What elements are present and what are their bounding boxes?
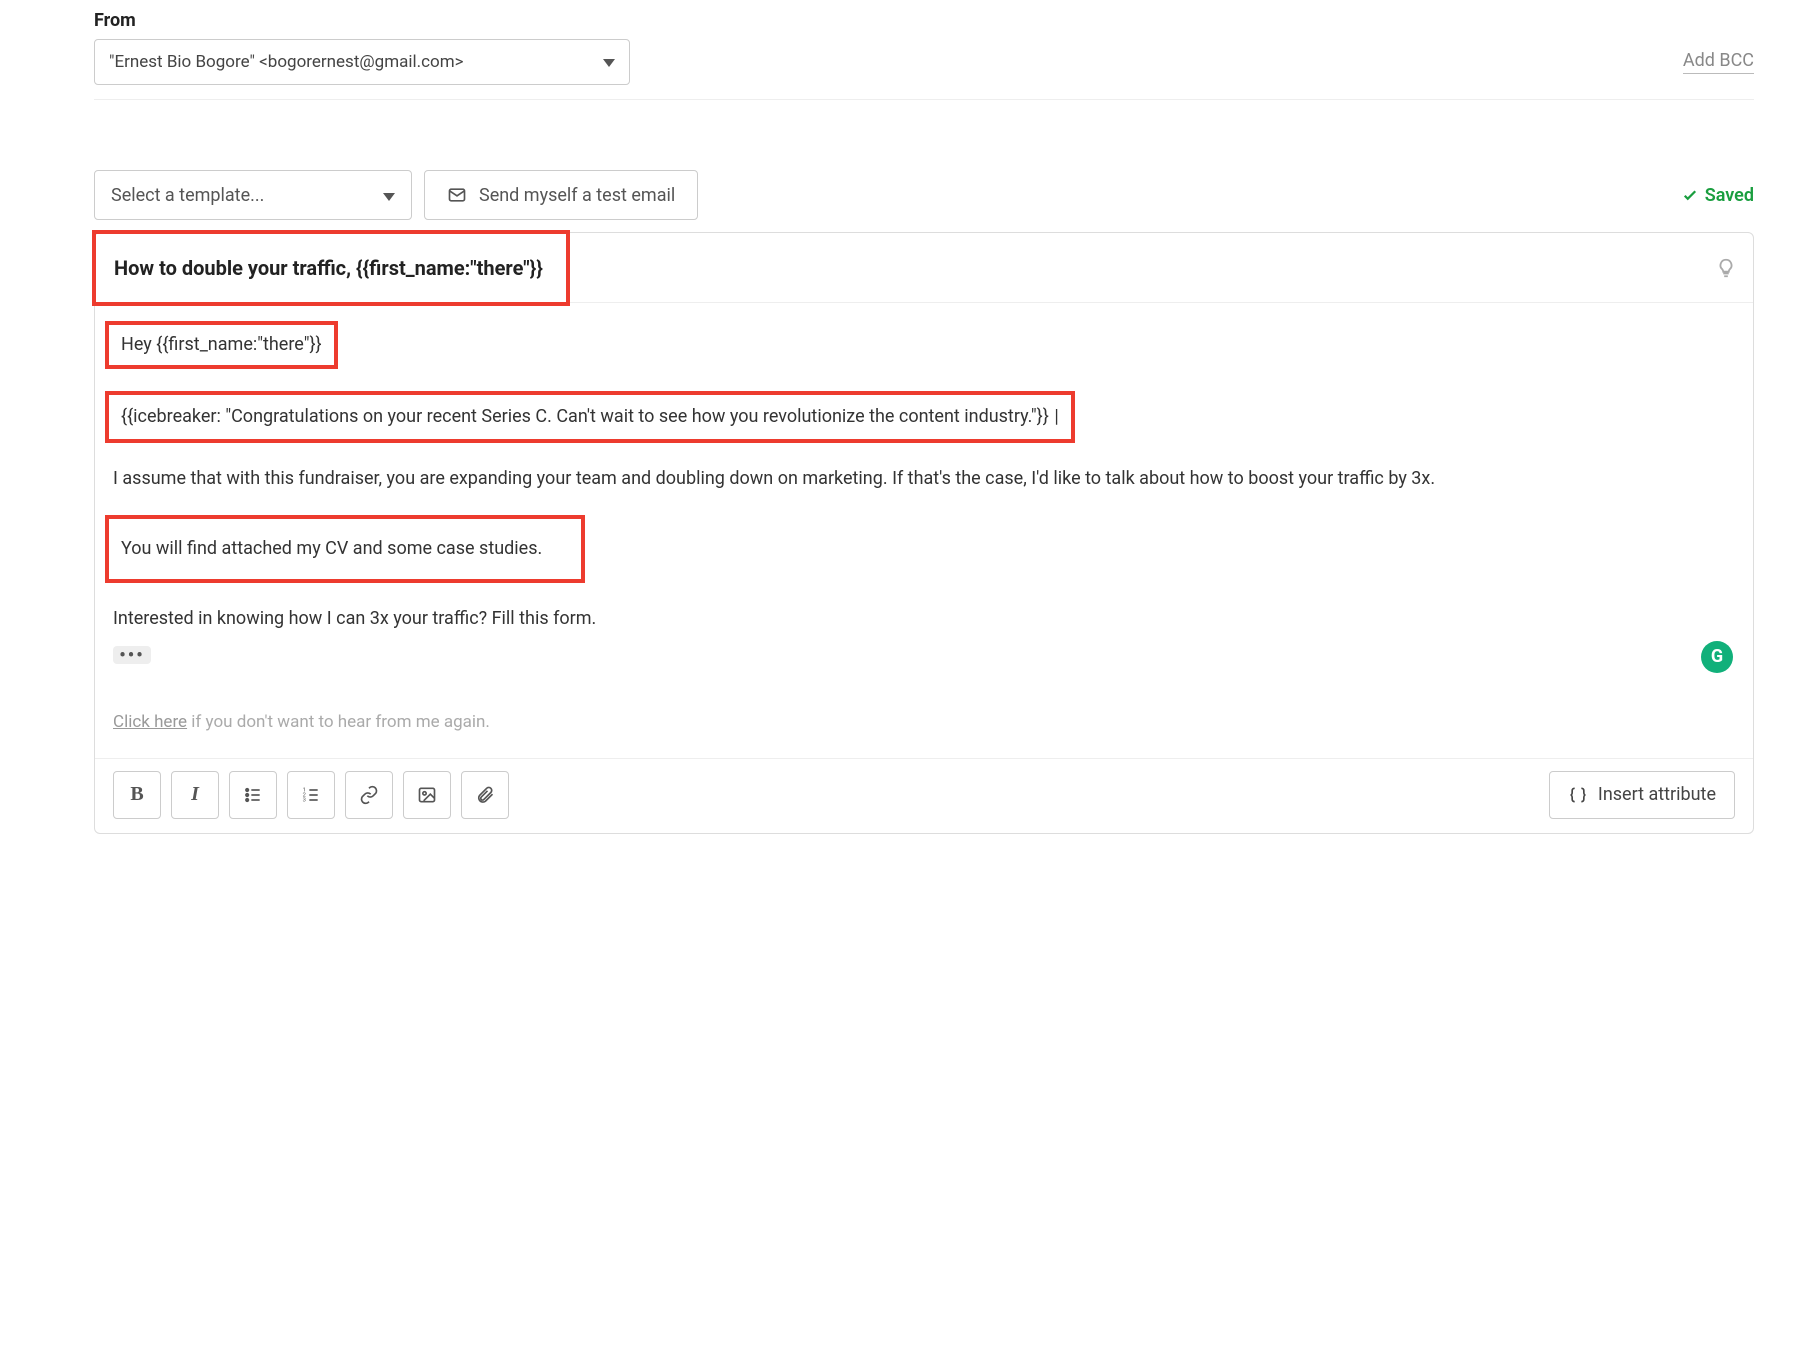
from-selected-value: "Ernest Bio Bogore" <bogorernest@gmail.c… <box>109 52 464 72</box>
chevron-down-icon <box>603 52 615 72</box>
icebreaker-text: {{icebreaker: "Congratulations on your r… <box>121 406 1049 427</box>
attachment-button[interactable] <box>461 771 509 819</box>
check-icon <box>1681 186 1699 204</box>
email-editor: How to double your traffic, {{first_name… <box>94 232 1754 834</box>
link-button[interactable] <box>345 771 393 819</box>
greeting-text: Hey {{first_name:"there"}} <box>121 331 322 359</box>
lightbulb-icon[interactable] <box>1715 257 1737 279</box>
send-test-email-button[interactable]: Send myself a test email <box>424 170 698 220</box>
link-icon <box>359 785 379 805</box>
grammarly-icon[interactable]: G <box>1701 641 1733 673</box>
attachment-line-highlight: You will find attached my CV and some ca… <box>105 515 585 583</box>
numbered-list-icon: 123 <box>301 785 321 805</box>
braces-icon <box>1568 785 1588 805</box>
unsubscribe-link[interactable]: Click here <box>113 712 187 732</box>
unsubscribe-line: Click here if you don't want to hear fro… <box>113 709 1735 735</box>
chevron-down-icon <box>383 185 395 206</box>
divider <box>94 99 1754 100</box>
svg-text:3: 3 <box>303 797 306 803</box>
add-bcc-link[interactable]: Add BCC <box>1683 50 1754 74</box>
template-row: Select a template... Send myself a test … <box>94 170 1754 220</box>
template-placeholder: Select a template... <box>111 185 264 206</box>
email-body[interactable]: Hey {{first_name:"there"}} {{icebreaker:… <box>95 303 1753 758</box>
image-icon <box>417 785 437 805</box>
attachment-text: You will find attached my CV and some ca… <box>121 538 542 559</box>
paperclip-icon <box>475 785 495 805</box>
insert-attribute-button[interactable]: Insert attribute <box>1549 771 1735 819</box>
body-paragraph-3: Interested in knowing how I can 3x your … <box>113 605 1735 633</box>
template-select[interactable]: Select a template... <box>94 170 412 220</box>
bullet-list-icon <box>243 785 263 805</box>
format-toolbar: B I 123 Insert attribute <box>95 758 1753 833</box>
saved-label: Saved <box>1705 185 1754 206</box>
envelope-icon <box>447 185 467 205</box>
send-test-email-label: Send myself a test email <box>479 185 675 206</box>
numbered-list-button[interactable]: 123 <box>287 771 335 819</box>
subject-input[interactable]: How to double your traffic, {{first_name… <box>92 230 570 306</box>
bold-button[interactable]: B <box>113 771 161 819</box>
saved-status: Saved <box>1681 185 1754 206</box>
subject-row: How to double your traffic, {{first_name… <box>95 233 1753 303</box>
unsubscribe-rest: if you don't want to hear from me again. <box>187 712 490 732</box>
more-dots-button[interactable]: ••• <box>113 646 151 664</box>
from-select[interactable]: "Ernest Bio Bogore" <bogorernest@gmail.c… <box>94 39 630 85</box>
icebreaker-highlight: {{icebreaker: "Congratulations on your r… <box>105 391 1075 443</box>
italic-button[interactable]: I <box>171 771 219 819</box>
insert-attribute-label: Insert attribute <box>1598 784 1716 805</box>
greeting-highlight: Hey {{first_name:"there"}} <box>105 321 338 369</box>
bullet-list-button[interactable] <box>229 771 277 819</box>
from-label: From <box>94 10 1754 31</box>
subject-text: How to double your traffic, {{first_name… <box>114 256 543 280</box>
image-button[interactable] <box>403 771 451 819</box>
from-row: "Ernest Bio Bogore" <bogorernest@gmail.c… <box>94 39 1754 85</box>
body-paragraph-1: I assume that with this fundraiser, you … <box>113 465 1735 493</box>
